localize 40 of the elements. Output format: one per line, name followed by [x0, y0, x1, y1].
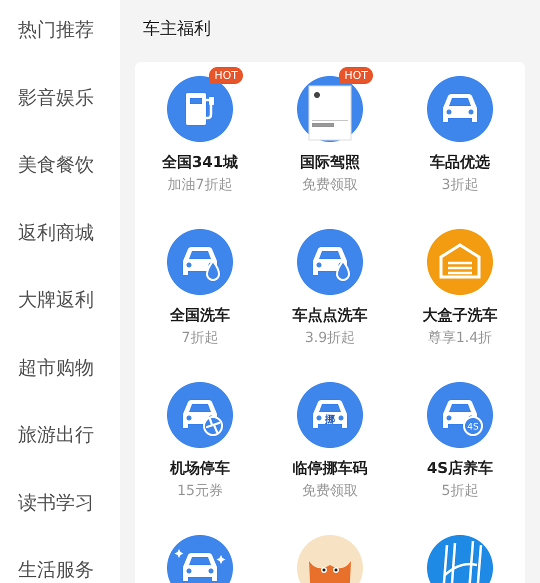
- hot-badge: HOT: [209, 67, 243, 84]
- hot-badge: HOT: [339, 67, 373, 84]
- section-title: 车主福利: [142, 18, 212, 41]
- item-title[interactable]: 临停挪车码: [292, 459, 368, 478]
- sidebar-item[interactable]: 美食餐饮: [0, 147, 120, 214]
- sidebar-item[interactable]: 影音娱乐: [0, 80, 120, 147]
- item-subtitle: 免费领取: [302, 176, 358, 194]
- road-logo-icon[interactable]: [427, 535, 493, 583]
- item-title[interactable]: 车点点洗车: [292, 306, 368, 325]
- item-title[interactable]: 国际驾照: [300, 153, 360, 172]
- item-title[interactable]: 大盒子洗车: [422, 306, 498, 325]
- sidebar-item[interactable]: 旅游出行: [0, 417, 120, 484]
- item-subtitle: 免费领取: [302, 482, 358, 500]
- car-drop-icon[interactable]: [297, 229, 363, 295]
- item-subtitle: 加油7折起: [168, 176, 232, 194]
- car-sparkle-icon[interactable]: [167, 535, 233, 583]
- sidebar-item[interactable]: 大牌返利: [0, 282, 120, 350]
- car-icon[interactable]: [427, 76, 493, 142]
- item-subtitle: 5折起: [442, 482, 478, 500]
- item-title[interactable]: 车品优选: [430, 153, 490, 172]
- item-subtitle: 7折起: [182, 329, 218, 347]
- car-icon[interactable]: 4S: [427, 382, 493, 448]
- item-subtitle: 尊享1.4折: [428, 329, 492, 347]
- car-drop-icon[interactable]: [167, 229, 233, 295]
- item-title[interactable]: 机场停车: [170, 459, 230, 478]
- item-title[interactable]: 全国洗车: [170, 306, 230, 325]
- item-subtitle: 15元券: [177, 482, 223, 500]
- sidebar-item[interactable]: 热门推荐: [0, 12, 120, 80]
- garage-icon[interactable]: [427, 229, 493, 295]
- sidebar-item[interactable]: 超市购物: [0, 350, 120, 417]
- item-title[interactable]: 4S店养车: [426, 459, 494, 478]
- sidebar-item[interactable]: 返利商城: [0, 214, 120, 282]
- mascot-icon[interactable]: [297, 535, 363, 583]
- sidebar-item[interactable]: 读书学习: [0, 484, 120, 552]
- item-title[interactable]: 全国341城: [162, 153, 238, 172]
- item-subtitle: 3.9折起: [304, 329, 356, 347]
- car-icon[interactable]: 挪: [297, 382, 363, 448]
- car-plane-icon[interactable]: [167, 382, 233, 448]
- item-subtitle: 3折起: [442, 176, 478, 194]
- sidebar-item[interactable]: 生活服务: [0, 552, 120, 583]
